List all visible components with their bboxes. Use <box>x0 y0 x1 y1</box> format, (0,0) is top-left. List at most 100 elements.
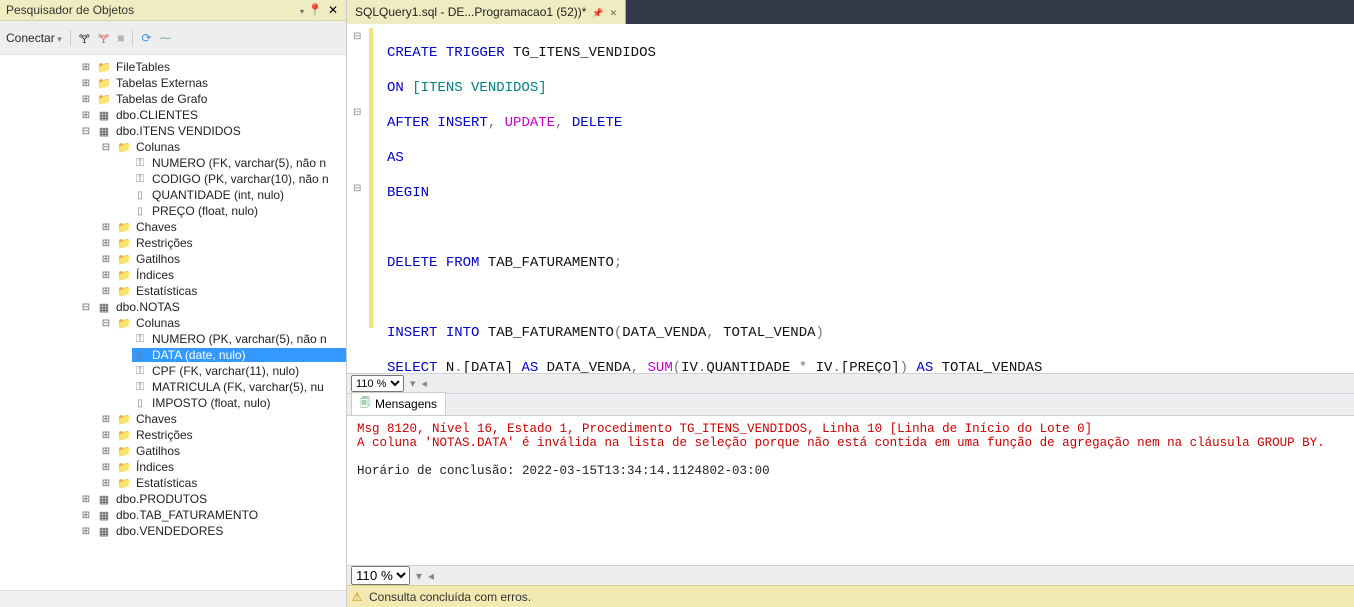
column-icon <box>132 348 148 362</box>
tree-item[interactable]: ⊞Tabelas de Grafo <box>80 92 346 106</box>
object-tree[interactable]: ⊞FileTables ⊞Tabelas Externas ⊞Tabelas d… <box>0 55 346 590</box>
panel-menu-dropdown[interactable] <box>298 3 304 17</box>
status-bar: ⚠ Consulta concluída com erros. DESKTOP-… <box>347 585 1354 607</box>
tree-label: Tabelas de Grafo <box>116 92 207 106</box>
table-icon <box>96 508 112 522</box>
tree-label: NUMERO (PK, varchar(5), não n <box>152 332 327 346</box>
tree-label: Gatilhos <box>136 444 180 458</box>
tree-item[interactable]: ⊟dbo.ITENS VENDIDOS <box>80 124 346 138</box>
tree-item[interactable]: CODIGO (PK, varchar(10), não n <box>132 172 346 186</box>
tree-item[interactable]: ⊞Tabelas Externas <box>80 76 346 90</box>
tree-label: CODIGO (PK, varchar(10), não n <box>152 172 329 186</box>
key-icon <box>132 380 148 394</box>
folder-icon <box>116 460 132 474</box>
error-line: Msg 8120, Nível 16, Estado 1, Procedimen… <box>357 422 1354 436</box>
tree-item[interactable]: NUMERO (PK, varchar(5), não n <box>132 332 346 346</box>
tree-label: DATA (date, nulo) <box>152 348 246 362</box>
tree-item[interactable]: ⊞dbo.CLIENTES <box>80 108 346 122</box>
folder-icon <box>116 316 132 330</box>
column-icon <box>132 204 148 218</box>
results-tabbar: Mensagens <box>347 393 1354 415</box>
messages-horizontal-scrollbar[interactable] <box>440 569 1354 583</box>
connect-button[interactable]: Conectar <box>6 31 62 45</box>
zoom-select[interactable]: 110 % <box>351 566 410 585</box>
tree-label: dbo.CLIENTES <box>116 108 198 122</box>
code-content[interactable]: CREATE TRIGGER TG_ITENS_VENDIDOS ON [ITE… <box>375 24 1048 373</box>
tree-item[interactable]: ⊞Índices <box>100 460 346 474</box>
document-tabbar: SQLQuery1.sql - DE...Programacao1 (52))*… <box>347 0 1354 24</box>
table-icon <box>96 108 112 122</box>
zoom-select[interactable]: 110 % <box>351 375 404 392</box>
folder-icon <box>116 428 132 442</box>
tree-label: dbo.ITENS VENDIDOS <box>116 124 241 138</box>
key-icon <box>132 332 148 346</box>
folder-icon <box>116 140 132 154</box>
tree-label: dbo.VENDEDORES <box>116 524 223 538</box>
tree-item[interactable]: ⊟dbo.NOTAS <box>80 300 346 314</box>
folder-icon <box>116 252 132 266</box>
activity-icon[interactable]: ⁓ <box>160 31 172 45</box>
tree-item[interactable]: ⊞dbo.VENDEDORES <box>80 524 346 538</box>
table-icon <box>96 124 112 138</box>
close-panel-icon[interactable]: ✕ <box>326 3 340 17</box>
folder-icon <box>96 60 112 74</box>
filter-off-icon[interactable]: 🝖 <box>98 25 109 50</box>
folder-icon <box>116 476 132 490</box>
tree-label: MATRICULA (FK, varchar(5), nu <box>152 380 324 394</box>
refresh-icon[interactable]: ⟳ <box>141 31 151 45</box>
tree-label: dbo.PRODUTOS <box>116 492 207 506</box>
tree-item[interactable]: ⊞Estatísticas <box>100 476 346 490</box>
folder-icon <box>116 444 132 458</box>
tree-item[interactable]: IMPOSTO (float, nulo) <box>132 396 346 410</box>
editor-horizontal-scrollbar[interactable] <box>433 377 1354 391</box>
table-icon <box>96 524 112 538</box>
tree-label: Índices <box>136 460 174 474</box>
tree-item[interactable]: ⊞Índices <box>100 268 346 282</box>
tree-item-selected[interactable]: DATA (date, nulo) <box>132 348 346 362</box>
pin-icon[interactable] <box>592 5 603 19</box>
tree-item[interactable]: PREÇO (float, nulo) <box>132 204 346 218</box>
close-tab-icon[interactable] <box>610 5 618 19</box>
tree-item[interactable]: ⊞Chaves <box>100 220 346 234</box>
tree-label: dbo.TAB_FATURAMENTO <box>116 508 258 522</box>
messages-tab[interactable]: Mensagens <box>351 392 446 415</box>
tree-label: Índices <box>136 268 174 282</box>
tree-item[interactable]: CPF (FK, varchar(11), nulo) <box>132 364 346 378</box>
tree-label: Estatísticas <box>136 476 197 490</box>
tree-label: Chaves <box>136 412 177 426</box>
tree-label: Estatísticas <box>136 284 197 298</box>
tree-item[interactable]: NUMERO (FK, varchar(5), não n <box>132 156 346 170</box>
pin-icon[interactable]: 📍 <box>308 3 322 17</box>
tree-label: FileTables <box>116 60 170 74</box>
column-icon <box>132 188 148 202</box>
tree-item[interactable]: ⊞Restrições <box>100 236 346 250</box>
messages-zoom-bar: 110 % ▾ ◂ <box>347 565 1354 585</box>
tree-label: Colunas <box>136 316 180 330</box>
table-icon <box>96 492 112 506</box>
tree-item[interactable]: ⊞Gatilhos <box>100 252 346 266</box>
tree-item[interactable]: ⊞Restrições <box>100 428 346 442</box>
tree-item[interactable]: ⊞Chaves <box>100 412 346 426</box>
tree-item[interactable]: ⊞Gatilhos <box>100 444 346 458</box>
messages-pane[interactable]: Msg 8120, Nível 16, Estado 1, Procedimen… <box>347 415 1354 565</box>
tree-horizontal-scrollbar[interactable] <box>0 590 346 607</box>
sql-tab[interactable]: SQLQuery1.sql - DE...Programacao1 (52))* <box>347 0 626 24</box>
key-icon <box>132 156 148 170</box>
key-icon <box>132 364 148 378</box>
tree-item[interactable]: ⊟Colunas <box>100 140 346 154</box>
tree-item[interactable]: ⊞dbo.PRODUTOS <box>80 492 346 506</box>
tree-item[interactable]: ⊞Estatísticas <box>100 284 346 298</box>
filter-icon[interactable]: 🝖 <box>79 25 90 50</box>
messages-tab-label: Mensagens <box>375 397 437 411</box>
panel-header: Pesquisador de Objetos 📍 ✕ <box>0 0 346 21</box>
stop-icon[interactable]: ■ <box>117 31 124 45</box>
tree-item[interactable]: ⊞dbo.TAB_FATURAMENTO <box>80 508 346 522</box>
tree-label: IMPOSTO (float, nulo) <box>152 396 270 410</box>
tree-item[interactable]: ⊟Colunas <box>100 316 346 330</box>
tree-item[interactable]: MATRICULA (FK, varchar(5), nu <box>132 380 346 394</box>
tree-item[interactable]: QUANTIDADE (int, nulo) <box>132 188 346 202</box>
tree-label: Gatilhos <box>136 252 180 266</box>
tree-item[interactable]: ⊞FileTables <box>80 60 346 74</box>
editor-area: SQLQuery1.sql - DE...Programacao1 (52))*… <box>347 0 1354 607</box>
sql-editor[interactable]: ⊟ ⊟ ⊟ CREATE TRIGGER TG_ITENS_VENDIDOS O… <box>347 24 1354 373</box>
